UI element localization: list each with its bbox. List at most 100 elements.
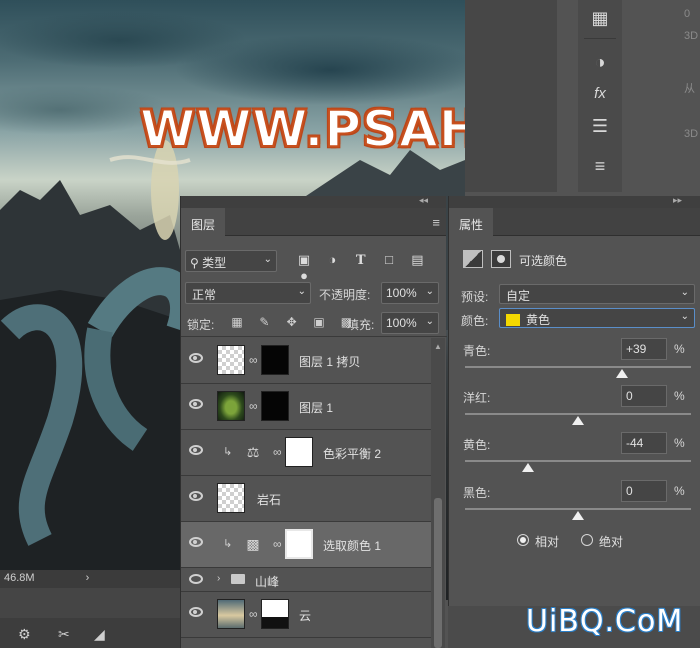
link-chain-icon[interactable]: ∞	[249, 399, 258, 413]
type-filter-icon[interactable]: T	[352, 253, 370, 268]
slider-value-input[interactable]: 0	[621, 480, 667, 502]
layer-thumbnail	[217, 391, 245, 421]
layer-row[interactable]: 岩石	[181, 476, 431, 522]
gear-icon[interactable]: ⚙	[18, 626, 31, 643]
layer-mask-thumbnail[interactable]	[261, 391, 289, 421]
scissors-icon[interactable]: ✂	[58, 626, 70, 643]
pixel-filter-icon[interactable]: ▣	[295, 252, 313, 268]
blend-mode-select[interactable]: 正常 ⌄	[185, 282, 311, 304]
opacity-input[interactable]: 100% ⌄	[381, 282, 439, 304]
visibility-eye-icon[interactable]	[189, 574, 203, 584]
properties-icon[interactable]: ☰	[588, 114, 612, 138]
link-chain-icon[interactable]: ∞	[273, 537, 282, 551]
layer-group-row[interactable]: › 山峰	[181, 568, 431, 592]
visibility-eye-icon[interactable]	[189, 399, 203, 409]
dock-separator	[584, 38, 616, 39]
scroll-thumb[interactable]	[434, 498, 442, 648]
tab-properties[interactable]: 属性	[449, 208, 494, 236]
mask-icon[interactable]	[491, 250, 511, 268]
adjustment-filter-icon[interactable]: ◑	[323, 252, 341, 267]
link-chain-icon[interactable]: ∞	[273, 445, 282, 459]
layer-name[interactable]: 图层 1 拷贝	[299, 353, 360, 370]
slider-label: 黑色:	[463, 486, 491, 500]
link-chain-icon[interactable]: ∞	[249, 353, 258, 367]
slider-knob[interactable]	[522, 463, 535, 472]
fill-label: 填充:	[347, 318, 375, 332]
tab-layers[interactable]: 图层	[181, 208, 226, 236]
slider-track[interactable]	[465, 508, 691, 510]
layers-scrollbar[interactable]: ▲	[431, 338, 445, 648]
collapse-panel-icon[interactable]: ▸▸	[673, 195, 682, 206]
styles-fx-icon[interactable]: fx	[588, 82, 612, 106]
chevron-down-icon: ⌄	[425, 316, 434, 327]
colors-row: 颜色: 黄色 ⌄	[449, 308, 700, 330]
layer-mask-thumbnail[interactable]	[285, 437, 313, 467]
selective-color-icon[interactable]	[463, 250, 483, 268]
layer-row-selected[interactable]: ↳ ▩ ∞ 选取颜色 1	[181, 522, 431, 568]
slider-knob[interactable]	[572, 511, 584, 520]
layer-mask-thumbnail[interactable]	[261, 599, 289, 629]
slider-value-input[interactable]: +39	[621, 338, 667, 360]
absolute-label[interactable]: 绝对	[599, 533, 623, 550]
layer-name[interactable]: 云	[299, 607, 311, 624]
chevron-down-icon: ⌄	[263, 254, 272, 265]
slider-value-input[interactable]: 0	[621, 385, 667, 407]
properties-header: 可选颜色	[449, 246, 700, 274]
document-status-bar: 46.8M ›	[0, 570, 180, 588]
expand-group-icon[interactable]: ›	[217, 573, 220, 584]
visibility-eye-icon[interactable]	[189, 491, 203, 501]
layer-row[interactable]: ∞ 云	[181, 592, 431, 638]
ghost-text: 3D	[684, 128, 699, 140]
canvas-bottom-strip: ⚙ ✂ ◢	[0, 588, 180, 648]
layer-name[interactable]: 岩石	[257, 491, 281, 508]
group-name[interactable]: 山峰	[255, 573, 279, 590]
collapse-panel-icon[interactable]: ◂◂	[419, 195, 428, 206]
layer-row[interactable]: ∞ 图层 1 拷贝	[181, 338, 431, 384]
visibility-eye-icon[interactable]	[189, 353, 203, 363]
relative-label[interactable]: 相对	[535, 533, 559, 550]
visibility-eye-icon[interactable]	[189, 537, 203, 547]
search-icon: ⚲	[190, 256, 199, 270]
slider-knob[interactable]	[616, 369, 629, 378]
panel-menu-icon[interactable]: ≡	[432, 215, 440, 230]
preset-select[interactable]: 自定 ⌄	[499, 284, 695, 304]
slider-knob[interactable]	[572, 416, 584, 425]
lock-position-icon[interactable]: ✥	[284, 315, 300, 329]
slider-track[interactable]	[465, 413, 691, 415]
visibility-eye-icon[interactable]	[189, 607, 203, 617]
properties-tabbar: 属性	[449, 208, 700, 236]
adjustments-icon[interactable]: ◑	[588, 50, 612, 74]
visibility-eye-icon[interactable]	[189, 445, 203, 455]
channels-icon[interactable]: ≡	[588, 154, 612, 178]
scroll-up-icon[interactable]: ▲	[434, 342, 442, 351]
layer-row[interactable]: ↳ ⚖ ∞ 色彩平衡 2	[181, 430, 431, 476]
fill-input[interactable]: 100% ⌄	[381, 312, 439, 334]
slider-track[interactable]	[465, 460, 691, 462]
layer-mask-thumbnail[interactable]	[285, 529, 313, 559]
layer-name[interactable]: 色彩平衡 2	[323, 445, 381, 462]
layers-tabbar: 图层 ≡	[181, 208, 446, 236]
layer-name[interactable]: 选取颜色 1	[323, 537, 381, 554]
lock-row: 锁定: ▦ ✎ ✥ ▣ ▩ 填充: 100% ⌄	[181, 309, 447, 337]
filter-kind-select[interactable]: ⚲ 类型 ⌄	[185, 250, 277, 272]
slider-track[interactable]	[465, 366, 691, 368]
absolute-radio[interactable]	[581, 534, 593, 546]
mask-toggle-icon[interactable]: ◢	[94, 626, 105, 643]
slider-value-input[interactable]: -44	[621, 432, 667, 454]
preset-label: 预设:	[461, 290, 489, 304]
smart-object-filter-icon[interactable]: ▤	[408, 252, 426, 268]
lock-image-icon[interactable]: ✎	[256, 315, 272, 329]
lock-artboard-icon[interactable]: ▣	[311, 315, 327, 329]
status-expand-icon[interactable]: ›	[86, 572, 90, 584]
link-chain-icon[interactable]: ∞	[249, 607, 258, 621]
layer-name[interactable]: 图层 1	[299, 399, 333, 416]
colors-select[interactable]: 黄色 ⌄	[499, 308, 695, 328]
lock-transparent-icon[interactable]: ▦	[229, 315, 245, 329]
yellow-slider: 黄色: -44 %	[449, 432, 700, 482]
layer-row[interactable]: ∞ 图层 1	[181, 384, 431, 430]
layer-mask-thumbnail[interactable]	[261, 345, 289, 375]
yellow-swatch	[506, 314, 520, 326]
grid-icon[interactable]: ▦	[588, 6, 612, 30]
relative-radio[interactable]	[517, 534, 529, 546]
shape-filter-icon[interactable]: □	[380, 252, 398, 267]
